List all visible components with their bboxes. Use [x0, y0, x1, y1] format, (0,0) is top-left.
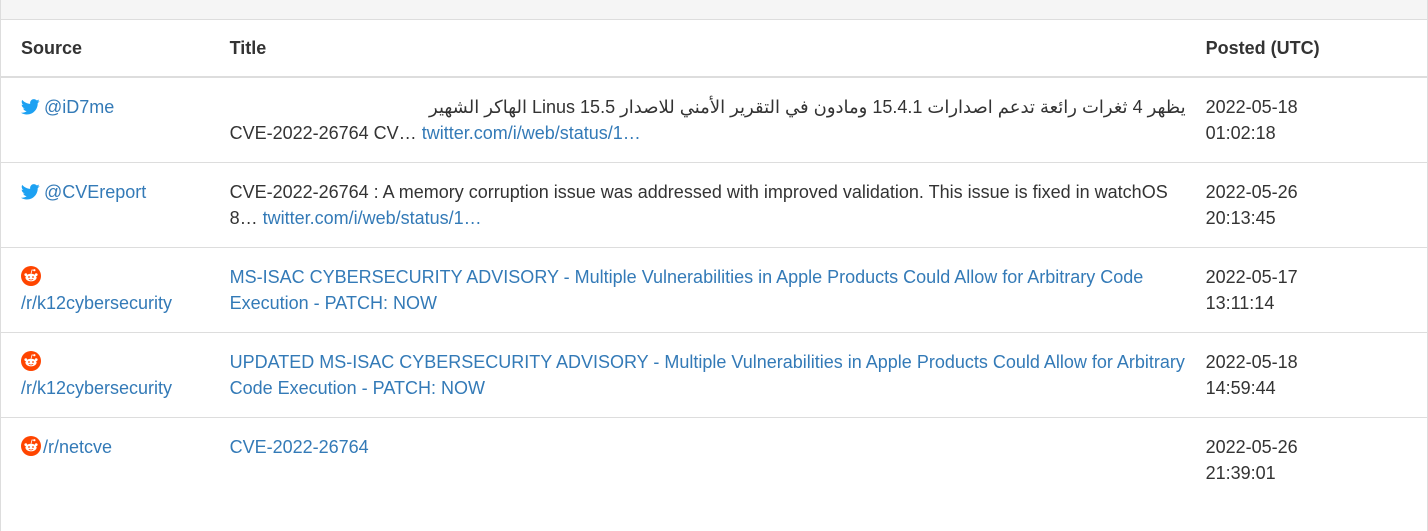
- source-cell: @iD7me: [1, 76, 220, 163]
- title-cell: يظهر 4 ثغرات رائعة تدعم اصدارات 15.4.1 و…: [219, 76, 1196, 163]
- table-row: @CVEreport CVE-2022-26764 : A memory cor…: [1, 162, 1427, 248]
- posted-time: 01:02:18: [1205, 123, 1276, 143]
- title-link[interactable]: CVE-2022-26764: [230, 437, 369, 457]
- reddit-icon: [21, 266, 41, 286]
- posted-cell: 2022-05-26 21:39:01: [1195, 417, 1427, 502]
- title-link[interactable]: twitter.com/i/web/status/1…: [422, 123, 641, 143]
- title-link[interactable]: twitter.com/i/web/status/1…: [263, 208, 482, 228]
- title-link[interactable]: UPDATED MS-ISAC CYBERSECURITY ADVISORY -…: [230, 352, 1185, 398]
- twitter-icon: [21, 99, 40, 115]
- posted-cell: 2022-05-17 13:11:14: [1195, 247, 1427, 333]
- title-link[interactable]: MS-ISAC CYBERSECURITY ADVISORY - Multipl…: [230, 267, 1144, 313]
- table-row: /r/k12cybersecurity MS-ISAC CYBERSECURIT…: [1, 247, 1427, 333]
- posted-cell: 2022-05-18 01:02:18: [1195, 76, 1427, 163]
- source-cell: /r/netcve: [1, 417, 220, 502]
- table-row: @iD7me يظهر 4 ثغرات رائعة تدعم اصدارات 1…: [1, 76, 1427, 163]
- header-source: Source: [1, 20, 220, 78]
- reddit-icon: [21, 351, 41, 371]
- table-row: /r/netcve CVE-2022-26764 2022-05-26 21:3…: [1, 417, 1427, 502]
- posted-time: 21:39:01: [1205, 463, 1276, 483]
- source-link[interactable]: @CVEreport: [44, 182, 146, 202]
- mentions-table: Source Title Posted (UTC) @iD7me يظهر 4 …: [1, 20, 1427, 502]
- posted-time: 20:13:45: [1205, 208, 1276, 228]
- source-link[interactable]: /r/k12cybersecurity: [21, 293, 172, 313]
- table-row: /r/k12cybersecurity UPDATED MS-ISAC CYBE…: [1, 332, 1427, 418]
- posted-date: 2022-05-18: [1205, 352, 1298, 372]
- posted-date: 2022-05-26: [1205, 437, 1298, 457]
- header-posted: Posted (UTC): [1195, 20, 1427, 78]
- table-header-row: Source Title Posted (UTC): [1, 20, 1427, 78]
- title-cell: MS-ISAC CYBERSECURITY ADVISORY - Multipl…: [219, 247, 1196, 333]
- posted-date: 2022-05-18: [1205, 97, 1298, 117]
- posted-date: 2022-05-26: [1205, 182, 1298, 202]
- posted-time: 14:59:44: [1205, 378, 1276, 398]
- posted-date: 2022-05-17: [1205, 267, 1298, 287]
- page-frame: Source Title Posted (UTC) @iD7me يظهر 4 …: [0, 0, 1428, 531]
- top-band: [1, 0, 1427, 20]
- source-link[interactable]: /r/netcve: [43, 437, 112, 457]
- source-cell: /r/k12cybersecurity: [1, 247, 220, 333]
- posted-time: 13:11:14: [1205, 293, 1275, 313]
- posted-cell: 2022-05-26 20:13:45: [1195, 162, 1427, 248]
- source-cell: /r/k12cybersecurity: [1, 332, 220, 418]
- source-cell: @CVEreport: [1, 162, 220, 248]
- title-text-rtl: يظهر 4 ثغرات رائعة تدعم اصدارات 15.4.1 و…: [429, 97, 1186, 117]
- reddit-icon: [21, 436, 41, 456]
- twitter-icon: [21, 184, 40, 200]
- title-cell: UPDATED MS-ISAC CYBERSECURITY ADVISORY -…: [219, 332, 1196, 418]
- title-cell: CVE-2022-26764: [219, 417, 1196, 502]
- posted-cell: 2022-05-18 14:59:44: [1195, 332, 1427, 418]
- title-line: CVE-2022-26764 CV… twitter.com/i/web/sta…: [230, 120, 1186, 146]
- title-text: CVE-2022-26764 CV…: [229, 123, 417, 143]
- title-cell: CVE-2022-26764 : A memory corruption iss…: [219, 162, 1196, 248]
- source-link[interactable]: /r/k12cybersecurity: [21, 378, 172, 398]
- header-title: Title: [219, 20, 1196, 78]
- source-link[interactable]: @iD7me: [44, 97, 114, 117]
